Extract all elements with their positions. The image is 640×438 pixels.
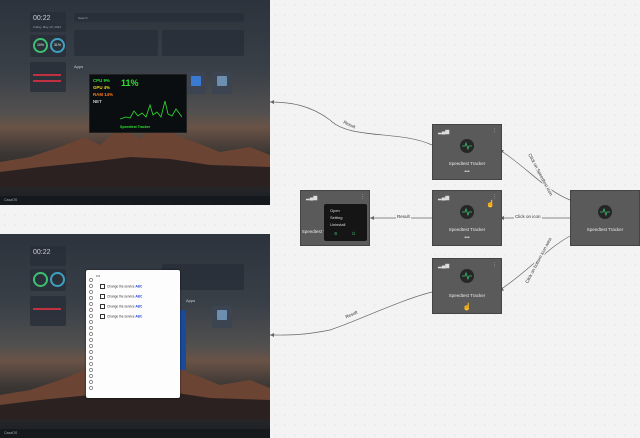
activity-graph [120, 100, 182, 120]
notebook-item[interactable]: Change the service ABC [100, 314, 142, 319]
os-name: CasaOS [4, 198, 18, 202]
cpu-gauge [33, 272, 48, 287]
signal-icon: ▂▄▆ [438, 263, 450, 269]
storage-panel [30, 62, 66, 92]
taskbar: CasaOS [0, 429, 270, 438]
search-bar[interactable]: Search [74, 13, 244, 22]
cursor-hand-icon: ☝ [462, 304, 472, 311]
more-icon[interactable]: ⋮ [492, 262, 497, 268]
cpu-readout: CPU 9% [93, 78, 110, 83]
node-right[interactable]: Speedtest Tracker [570, 190, 640, 246]
info-card-2 [162, 30, 244, 56]
clock-text: 00:22 [33, 15, 51, 22]
screenshot-top: 00:22 Friday, May 10, 2024 Search 10% 31… [0, 0, 270, 205]
workflow-canvas: { "top_screenshot": { "clock": "00:22", … [0, 0, 640, 438]
node-dots-icon: ••• [464, 169, 470, 175]
edge-label-middle: Result [396, 214, 411, 219]
pulse-icon [598, 205, 612, 219]
more-icon[interactable]: ⋮ [492, 128, 497, 134]
ram-gauge [50, 272, 65, 287]
context-menu[interactable]: Open Setting Uninstall ⚙ ⏻ [324, 204, 367, 241]
notebook-item[interactable]: Change the service ABC [100, 304, 142, 309]
node-top-label: Speedtest Tracker [448, 161, 486, 166]
node-middle-label: Speedtest Tracker [448, 227, 486, 232]
node-top[interactable]: ▂▄▆ ⋮ Speedtest Tracker ••• [432, 124, 502, 180]
node-right-label: Speedtest Tracker [586, 227, 624, 232]
gpu-readout: GPU 4% [93, 85, 111, 90]
spiral-binding [89, 278, 93, 390]
menu-item-uninstall[interactable]: Uninstall [330, 222, 345, 227]
info-card-1 [74, 30, 158, 56]
pulse-icon [460, 205, 474, 219]
net-readout: NET [93, 99, 102, 104]
search-placeholder: Search [78, 15, 88, 20]
app-tile[interactable] [212, 72, 232, 94]
ram-readout: RAM 14% [93, 92, 114, 97]
taskbar: CasaOS [0, 196, 270, 205]
cursor-hand-icon: ☝ [486, 201, 495, 208]
node-bottom-label: Speedtest Tracker [448, 293, 486, 298]
apps-heading: Apps [74, 64, 84, 69]
edge-right-to-top [499, 149, 571, 201]
menu-item-open[interactable]: Open [330, 208, 340, 213]
menu-dots-icon[interactable]: ••• [96, 273, 100, 278]
app-tile[interactable] [186, 72, 206, 94]
node-bottom[interactable]: ▂▄▆ ⋮ Speedtest Tracker ☝ [432, 258, 502, 314]
app-tile[interactable] [212, 306, 232, 328]
clock-text: 00:22 [33, 249, 51, 256]
signal-icon: ▂▄▆ [306, 195, 318, 201]
notebook-widget[interactable]: ••• Change the service ABC Change the se… [86, 270, 180, 398]
ram-gauge: 31% [50, 38, 65, 53]
signal-icon: ▂▄▆ [438, 129, 450, 135]
apps-heading: Apps [186, 298, 196, 303]
notebook-item[interactable]: Change the service ABC [100, 294, 142, 299]
clock-widget: 00:22 Friday, May 10, 2024 [30, 12, 66, 32]
pulse-icon [460, 139, 474, 153]
node-middle[interactable]: ▂▄▆ ⋮ ☝ Speedtest Tracker ••• [432, 190, 502, 246]
cpu-gauge: 10% [33, 38, 48, 53]
more-icon[interactable]: ⋮ [360, 194, 365, 200]
gear-icon[interactable]: ⚙ [334, 231, 338, 236]
notebook-item[interactable]: Change the service ABC [100, 284, 142, 289]
system-monitor-widget: CPU 9% GPU 4% RAM 14% NET 11% Speedtest … [89, 74, 187, 133]
pulse-icon [460, 269, 474, 283]
scroll-strip [180, 310, 186, 370]
gauges-panel: 10% 31% [30, 35, 66, 57]
storage-panel [30, 296, 66, 326]
node-dots-icon: ••• [464, 235, 470, 241]
menu-item-setting[interactable]: Setting [330, 215, 342, 220]
clock-widget: 00:22 [30, 246, 66, 266]
monitor-footer: Speedtest Tracker [120, 125, 151, 129]
power-icon[interactable]: ⏻ [352, 231, 355, 236]
big-value: 11% [121, 78, 139, 88]
os-name: CasaOS [4, 431, 18, 435]
edge-label-right-middle: Click on icon [514, 214, 542, 219]
gauges-panel [30, 269, 66, 291]
signal-icon: ▂▄▆ [438, 195, 450, 201]
date-text: Friday, May 10, 2024 [33, 25, 61, 29]
